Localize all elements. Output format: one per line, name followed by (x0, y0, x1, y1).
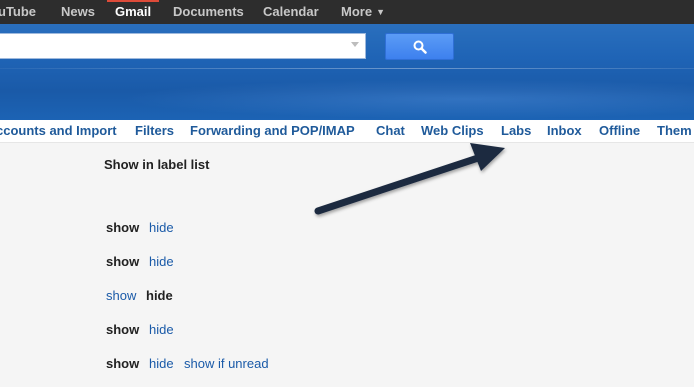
label-row-3-show-link[interactable]: show (106, 288, 136, 303)
topbar-youtube-link[interactable]: uTube (0, 0, 36, 24)
tab-labs[interactable]: Labs (501, 120, 531, 142)
topbar-documents-link[interactable]: Documents (173, 0, 244, 24)
topbar-more-menu[interactable]: More ▼ (341, 0, 385, 24)
label-row-5-hide-link[interactable]: hide (149, 356, 174, 371)
tab-chat[interactable]: Chat (376, 120, 405, 142)
show-in-label-list-heading: Show in label list (104, 157, 210, 172)
search-options-dropdown-icon[interactable] (351, 42, 359, 47)
header-decoration (0, 68, 694, 69)
search-button[interactable] (385, 33, 454, 60)
header-glow (120, 79, 694, 119)
tab-forwarding-pop-imap[interactable]: Forwarding and POP/IMAP (190, 120, 355, 142)
label-row-1-hide-link[interactable]: hide (149, 220, 174, 235)
tab-themes[interactable]: Them (657, 120, 692, 142)
topbar-gmail-link[interactable]: Gmail (106, 0, 160, 24)
label-row-5-show: show (106, 356, 140, 371)
tab-web-clips[interactable]: Web Clips (421, 120, 484, 142)
label-row-2-show: show (106, 254, 140, 269)
settings-tabs: ccounts and Import Filters Forwarding an… (0, 120, 694, 143)
topbar-news-link[interactable]: News (61, 0, 95, 24)
chevron-down-icon: ▼ (376, 7, 385, 17)
tab-inbox[interactable]: Inbox (547, 120, 582, 142)
label-row-4-hide-link[interactable]: hide (149, 322, 174, 337)
tab-accounts-and-import[interactable]: ccounts and Import (0, 120, 117, 142)
tab-filters[interactable]: Filters (135, 120, 174, 142)
label-row-4-show: show (106, 322, 140, 337)
search-icon (413, 40, 427, 54)
tab-offline[interactable]: Offline (599, 120, 640, 142)
topbar-more-label: More (341, 4, 373, 19)
google-top-bar: uTube News Gmail Documents Calendar More… (0, 0, 694, 24)
gmail-header (0, 24, 694, 120)
topbar-calendar-link[interactable]: Calendar (263, 0, 319, 24)
label-row-3-hide: hide (146, 288, 173, 303)
label-row-1-show: show (106, 220, 140, 235)
label-row-2-hide-link[interactable]: hide (149, 254, 174, 269)
search-input[interactable] (0, 33, 366, 59)
label-row-5-show-if-unread-link[interactable]: show if unread (184, 356, 269, 371)
